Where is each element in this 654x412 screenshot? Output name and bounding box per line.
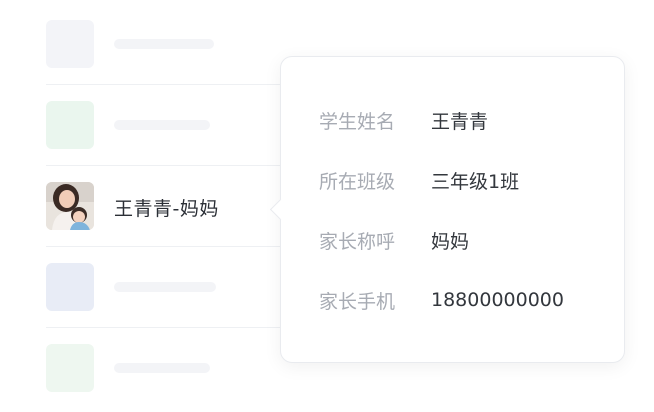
field-label: 家长手机 [319,290,396,313]
field-label: 家长称呼 [319,230,396,253]
parent-title-field: 家长称呼 妈妈 [319,225,469,255]
avatar-placeholder [46,344,94,392]
field-value: 王青青 [431,110,489,133]
avatar-placeholder [46,20,94,68]
text-placeholder [114,282,216,292]
field-value[interactable]: 18800000000 [431,289,564,311]
contact-detail-popover: 学生姓名 王青青 所在班级 三年级1班 家长称呼 妈妈 家长手机 1880000… [269,56,625,363]
text-placeholder [114,39,214,49]
field-label: 学生姓名 [319,110,396,133]
class-field: 所在班级 三年级1班 [319,165,519,195]
avatar-placeholder [46,101,94,149]
avatar-placeholder [46,263,94,311]
field-value: 三年级1班 [431,170,520,193]
student-name-field: 学生姓名 王青青 [319,105,488,135]
parent-phone-field: 家长手机 18800000000 [319,285,564,315]
text-placeholder [114,363,210,373]
field-value: 妈妈 [431,230,470,253]
text-placeholder [114,120,210,130]
field-label: 所在班级 [319,170,396,193]
mother-child-photo-avatar-icon [46,182,94,230]
contact-name: 王青青-妈妈 [114,198,219,220]
